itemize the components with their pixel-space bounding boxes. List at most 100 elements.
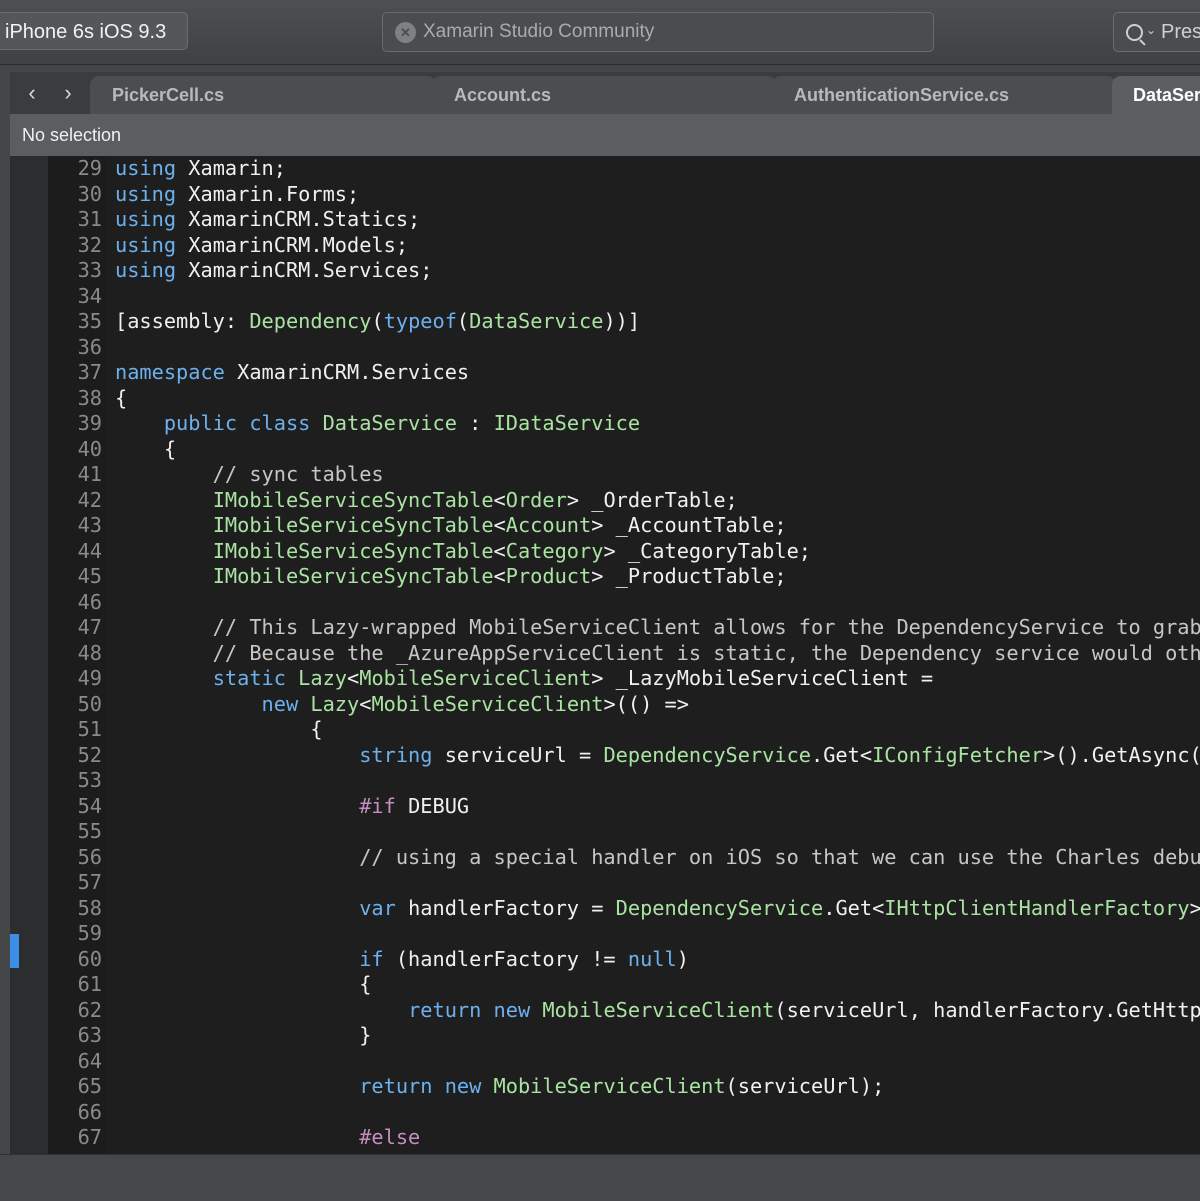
- line-number: 49: [77, 666, 102, 690]
- code-line[interactable]: 55: [48, 819, 1200, 845]
- code-line[interactable]: 60 if (handlerFactory != null): [48, 947, 1200, 973]
- code-token: <: [493, 487, 506, 512]
- breadcrumb[interactable]: No selection: [10, 114, 1200, 156]
- line-number: 65: [77, 1074, 102, 1098]
- code-text: // sync tables: [115, 462, 384, 486]
- line-number: 56: [77, 844, 102, 869]
- code-line[interactable]: 39 public class DataService : IDataServi…: [48, 411, 1200, 437]
- device-selector-button[interactable]: iPhone 6s iOS 9.3: [0, 12, 188, 50]
- code-line[interactable]: 52 string serviceUrl = DependencyService…: [48, 743, 1200, 769]
- code-line[interactable]: 59: [48, 921, 1200, 947]
- code-token: MobileServiceClient: [371, 691, 604, 716]
- code-token: (serviceUrl, handlerFactory.GetHttp: [774, 997, 1200, 1022]
- code-line[interactable]: 45 IMobileServiceSyncTable<Product> _Pro…: [48, 564, 1200, 590]
- code-line[interactable]: 35 [assembly: Dependency(typeof(DataServi…: [48, 309, 1200, 335]
- editor-margin: [10, 156, 48, 1154]
- code-token: <: [493, 564, 506, 588]
- line-number: 63: [77, 1023, 102, 1047]
- code-line[interactable]: 51 {: [48, 717, 1200, 743]
- code-text: // This Lazy-wrapped MobileServiceClient…: [115, 615, 1200, 639]
- code-text: return new MobileServiceClient(serviceUr…: [115, 998, 1200, 1022]
- code-token: >(() =>: [603, 691, 689, 716]
- code-line[interactable]: 63 }: [48, 1023, 1200, 1049]
- code-line[interactable]: 53: [48, 768, 1200, 794]
- code-line[interactable]: 47 // This Lazy-wrapped MobileServiceCli…: [48, 615, 1200, 641]
- code-token: Product: [505, 564, 592, 588]
- code-line[interactable]: 46: [48, 590, 1200, 616]
- code-token: > _OrderTable;: [566, 487, 738, 512]
- code-line[interactable]: 57: [48, 870, 1200, 896]
- code-line[interactable]: 67 #else: [48, 1125, 1200, 1151]
- code-token: (serviceUrl);: [725, 1074, 885, 1098]
- code-token: Dependency: [249, 309, 372, 333]
- code-line[interactable]: 40 {: [48, 437, 1200, 463]
- code-editor[interactable]: 29 using Xamarin; 30 using Xamarin.Forms; 31…: [10, 156, 1200, 1154]
- back-arrow-icon[interactable]: ‹: [14, 72, 50, 114]
- code-line[interactable]: 36: [48, 335, 1200, 361]
- code-line[interactable]: 54 #if DEBUG: [48, 794, 1200, 820]
- code-line[interactable]: 42 IMobileServiceSyncTable<Order> _Order…: [48, 488, 1200, 514]
- tab-label: AuthenticationService.cs: [794, 85, 1010, 105]
- code-line[interactable]: 49 static Lazy<MobileServiceClient> _Laz…: [48, 666, 1200, 692]
- line-number: 54: [77, 793, 102, 818]
- line-number: 67: [77, 1125, 102, 1149]
- code-line[interactable]: 31 using XamarinCRM.Statics;: [48, 207, 1200, 233]
- tab-account[interactable]: Account.cs: [432, 76, 776, 114]
- code-text: // Because the _AzureAppServiceClient is…: [115, 641, 1200, 665]
- line-number: 47: [77, 615, 102, 639]
- code-line[interactable]: 58 var handlerFactory = DependencyServic…: [48, 896, 1200, 922]
- code-line[interactable]: 38 {: [48, 386, 1200, 412]
- code-line[interactable]: 30 using Xamarin.Forms;: [48, 182, 1200, 208]
- code-line[interactable]: 64: [48, 1049, 1200, 1075]
- line-number: 46: [77, 589, 102, 614]
- line-number: 52: [77, 742, 102, 767]
- code-line[interactable]: 34: [48, 284, 1200, 310]
- code-line[interactable]: 37 namespace XamarinCRM.Services: [48, 360, 1200, 386]
- code-line[interactable]: 32 using XamarinCRM.Models;: [48, 233, 1200, 259]
- code-token: {: [115, 717, 323, 741]
- code-text: using XamarinCRM.Services;: [115, 258, 432, 282]
- line-number: 40: [77, 436, 102, 461]
- code-line[interactable]: 50 new Lazy<MobileServiceClient>(() =>: [48, 692, 1200, 718]
- tab-authenticationservice[interactable]: AuthenticationService.cs: [772, 76, 1116, 114]
- code-line[interactable]: 65 return new MobileServiceClient(servic…: [48, 1074, 1200, 1100]
- search-input[interactable]: ⌄ Pres: [1113, 12, 1200, 52]
- code-line[interactable]: 56 // using a special handler on iOS so …: [48, 845, 1200, 871]
- tab-pickercell[interactable]: PickerCell.cs: [90, 76, 436, 114]
- code-token: .Get<: [811, 742, 873, 767]
- code-token: #if: [359, 793, 396, 818]
- forward-arrow-icon[interactable]: ›: [50, 72, 86, 114]
- tab-label: PickerCell.cs: [112, 85, 225, 105]
- code-line[interactable]: 29 using Xamarin;: [48, 156, 1200, 182]
- code-token: // This Lazy-wrapped MobileServiceClient…: [115, 615, 1200, 639]
- code-text: string serviceUrl = DependencyService.Ge…: [115, 743, 1200, 767]
- code-line[interactable]: 66: [48, 1100, 1200, 1126]
- code-line[interactable]: 33 using XamarinCRM.Services;: [48, 258, 1200, 284]
- code-line[interactable]: 41 // sync tables: [48, 462, 1200, 488]
- code-token: <: [359, 691, 372, 716]
- code-line[interactable]: 44 IMobileServiceSyncTable<Category> _Ca…: [48, 539, 1200, 565]
- code-line[interactable]: 43 IMobileServiceSyncTable<Account> _Acc…: [48, 513, 1200, 539]
- line-number: 41: [77, 462, 102, 486]
- line-number: 42: [77, 487, 102, 512]
- breakpoint-marker[interactable]: [10, 934, 19, 968]
- tab-dataservice[interactable]: DataService.cs: [1112, 76, 1200, 114]
- code-token: IConfigFetcher: [872, 742, 1044, 767]
- code-token: }: [115, 1023, 372, 1047]
- code-token: Lazy: [310, 691, 360, 716]
- code-line[interactable]: 48 // Because the _AzureAppServiceClient…: [48, 641, 1200, 667]
- line-number: 45: [77, 564, 102, 588]
- code-text: // using a special handler on iOS so tha…: [115, 845, 1200, 869]
- code-line[interactable]: 61 {: [48, 972, 1200, 998]
- code-token: (: [456, 309, 470, 333]
- code-text: IMobileServiceSyncTable<Order> _OrderTab…: [115, 488, 738, 512]
- tab-label: Account.cs: [454, 85, 552, 105]
- code-line[interactable]: 62 return new MobileServiceClient(servic…: [48, 998, 1200, 1024]
